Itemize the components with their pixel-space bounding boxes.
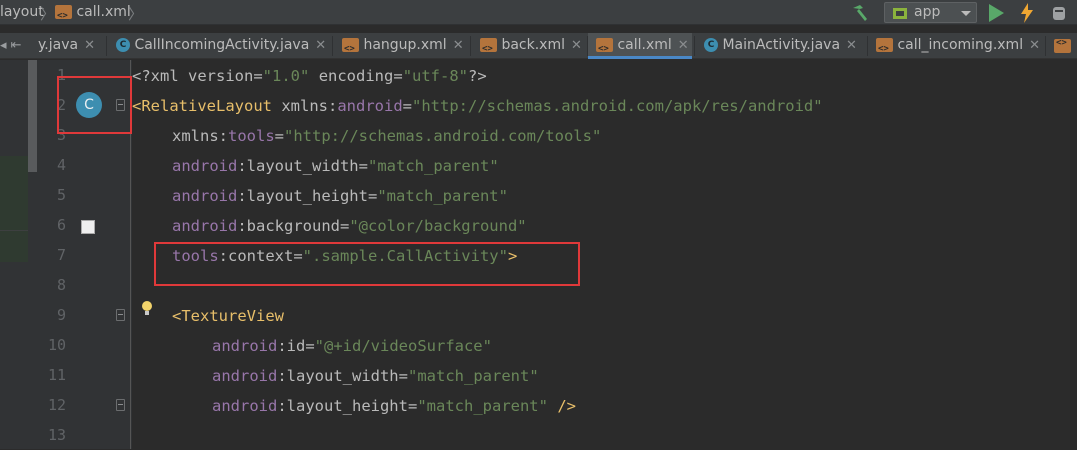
android-app-icon	[893, 8, 907, 19]
breadcrumb-item-file[interactable]: call.xml	[55, 0, 131, 29]
run-configuration-dropdown[interactable]: app	[884, 2, 977, 23]
code-line-4: android:layout_width="match_parent"	[172, 157, 499, 175]
project-tool-window-strip	[0, 60, 40, 449]
close-icon[interactable]: ✕	[315, 38, 326, 53]
line-number: 13	[47, 426, 66, 444]
breadcrumb-item-layout[interactable]: layout	[0, 0, 44, 25]
line-number: 10	[47, 336, 66, 354]
debug-icon[interactable]	[1050, 4, 1068, 22]
fold-marker-icon[interactable]	[116, 309, 125, 321]
code-line-12: android:layout_height="match_parent" />	[212, 397, 576, 415]
line-number: 11	[47, 366, 66, 384]
code-line-10: android:id="@+id/videoSurface"	[212, 337, 492, 355]
code-line-6: android:background="@color/background"	[172, 217, 527, 235]
code-line-1: <?xml version="1.0" encoding="utf-8"?>	[132, 67, 487, 85]
xml-file-icon	[876, 37, 893, 62]
chevron-down-icon	[961, 11, 971, 16]
line-number: 7	[56, 246, 66, 264]
code-line-2: <RelativeLayout xmlns:android="http://sc…	[132, 97, 823, 115]
line-number: 8	[56, 276, 66, 294]
tab-label: hangup.xml	[363, 37, 447, 53]
tab-hangup-xml[interactable]: hangup.xml ✕	[342, 33, 464, 62]
line-number: 5	[56, 186, 66, 204]
navigation-bar: layout 〉 call.xml 〉 app	[0, 0, 1077, 29]
xml-file-icon	[596, 37, 613, 62]
tab-scroll-icon[interactable]: ◂ ⇤	[0, 33, 22, 58]
divider	[0, 230, 28, 231]
tab-label: y.java	[38, 37, 79, 53]
tab-label: call_incoming.xml	[897, 37, 1024, 53]
run-icon[interactable]	[989, 4, 1004, 22]
line-number: 12	[47, 396, 66, 414]
tab-label: MainActivity.java	[722, 37, 841, 53]
selection-highlight	[0, 156, 28, 262]
tab-call-incoming-xml[interactable]: call_incoming.xml ✕	[876, 33, 1040, 62]
tab-label: back.xml	[501, 37, 565, 53]
line-number: 4	[56, 156, 66, 174]
class-icon: C	[116, 38, 130, 52]
build-hammer-icon[interactable]	[850, 3, 870, 23]
class-icon: C	[704, 38, 718, 52]
xml-file-icon	[342, 37, 359, 62]
xml-file-icon	[480, 37, 497, 62]
close-icon[interactable]: ✕	[846, 38, 857, 53]
annotation-box-class-badge	[57, 76, 132, 134]
close-icon[interactable]: ✕	[678, 38, 689, 53]
tab-label: CallIncomingActivity.java	[134, 37, 310, 53]
breadcrumb-separator: 〉	[40, 5, 56, 23]
xml-file-icon[interactable]	[1054, 38, 1071, 53]
tab-label: call.xml	[617, 37, 672, 53]
breadcrumb-separator: 〉	[128, 5, 144, 23]
scrollbar-thumb[interactable]	[28, 60, 37, 172]
code-line-5: android:layout_height="match_parent"	[172, 187, 508, 205]
breadcrumb-file-label: call.xml	[76, 4, 131, 20]
tab-callincomingactivity[interactable]: C CallIncomingActivity.java ✕	[116, 33, 326, 58]
xml-file-icon	[55, 4, 72, 29]
color-swatch-icon[interactable]	[81, 220, 95, 234]
code-line-11: android:layout_width="match_parent"	[212, 367, 539, 385]
run-configuration-label: app	[914, 4, 941, 20]
annotation-box-context-line	[154, 242, 580, 286]
apply-changes-icon[interactable]	[1019, 3, 1035, 23]
line-number: 9	[56, 306, 66, 324]
tab-back-xml[interactable]: back.xml ✕	[480, 33, 582, 62]
close-icon[interactable]: ✕	[453, 38, 464, 53]
code-line-9: <TextureView	[172, 307, 284, 325]
close-icon[interactable]: ✕	[571, 38, 582, 53]
tab-call-xml[interactable]: call.xml ✕	[588, 33, 692, 62]
code-line-3: xmlns:tools="http://schemas.android.com/…	[172, 127, 602, 145]
tab-y-java[interactable]: y.java ✕	[38, 33, 95, 58]
tab-mainactivity[interactable]: C MainActivity.java ✕	[704, 33, 857, 58]
editor-tab-bar: ◂ ⇤ y.java ✕ C CallIncomingActivity.java ✕…	[0, 33, 1077, 62]
close-icon[interactable]: ✕	[84, 38, 95, 53]
fold-marker-icon[interactable]	[116, 399, 125, 411]
close-icon[interactable]: ✕	[1029, 38, 1040, 53]
line-number: 6	[56, 216, 66, 234]
